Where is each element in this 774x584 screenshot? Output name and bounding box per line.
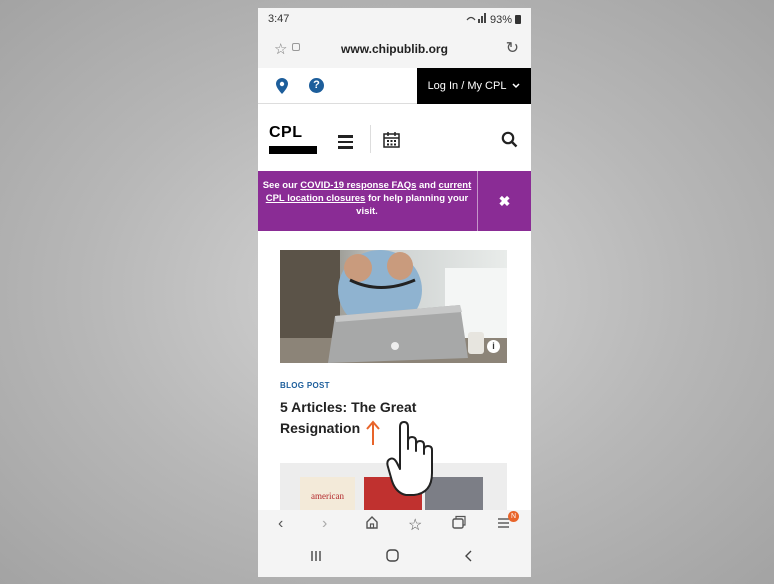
login-button[interactable]: Log In / My CPL: [417, 68, 531, 104]
phone-screen: 3:47 93% ☆ www.chipublib.org ↻ ? Log In …: [258, 8, 531, 577]
url-text[interactable]: www.chipublib.org: [258, 42, 531, 56]
blog-post-tag: BLOG POST: [280, 381, 330, 390]
login-label: Log In / My CPL: [427, 80, 507, 92]
signal-icon: [465, 13, 487, 26]
covid-alert-banner: See our COVID-19 response FAQs and curre…: [258, 171, 531, 231]
blog-hero-image[interactable]: i: [280, 250, 507, 363]
logo-text: CPL: [269, 124, 303, 141]
utility-bar: ? Log In / My CPL: [258, 68, 531, 104]
book-cover-title: american: [311, 491, 344, 501]
orange-arrow-annotation: [366, 420, 380, 445]
alert-message: See our COVID-19 response FAQs and curre…: [262, 180, 472, 217]
browser-toolbar: ‹ › ☆ N: [258, 510, 531, 538]
calendar-icon[interactable]: [383, 131, 400, 153]
status-bar: 3:47 93%: [258, 8, 531, 30]
home-icon[interactable]: [365, 515, 379, 534]
forward-icon[interactable]: ›: [322, 515, 327, 533]
info-icon[interactable]: i: [487, 340, 500, 353]
browser-url-bar: ☆ www.chipublib.org ↻: [258, 30, 531, 68]
battery-percent: 93%: [489, 13, 512, 26]
status-time: 3:47: [268, 13, 290, 25]
chevron-down-icon: [512, 80, 520, 92]
notification-badge: N: [508, 511, 519, 522]
reload-icon[interactable]: ↻: [506, 38, 519, 58]
close-alert-button[interactable]: ✖: [478, 171, 531, 231]
back-icon[interactable]: ‹: [278, 515, 283, 533]
close-icon: ✖: [498, 193, 511, 209]
covid-faq-link[interactable]: COVID-19 response FAQs: [300, 180, 416, 191]
system-navigation-bar: [258, 538, 531, 577]
battery-icon: [515, 15, 521, 24]
header-divider: [370, 125, 371, 153]
location-pin-icon[interactable]: [276, 78, 288, 99]
pointer-hand-annotation: [386, 421, 433, 496]
home-button-icon[interactable]: [386, 549, 399, 565]
system-back-icon[interactable]: [463, 549, 473, 565]
tabs-icon[interactable]: [452, 515, 466, 534]
recent-apps-icon[interactable]: [310, 549, 322, 565]
help-icon[interactable]: ?: [309, 78, 324, 93]
search-icon[interactable]: [501, 131, 518, 153]
blog-post-title[interactable]: 5 Articles: The Great Resignation: [280, 397, 490, 439]
bookmarks-icon[interactable]: ☆: [408, 515, 422, 535]
cpl-logo[interactable]: CPL: [269, 125, 317, 155]
site-header: CPL: [258, 105, 531, 171]
book-cover: american: [300, 477, 355, 510]
hamburger-menu-icon[interactable]: [338, 135, 353, 152]
